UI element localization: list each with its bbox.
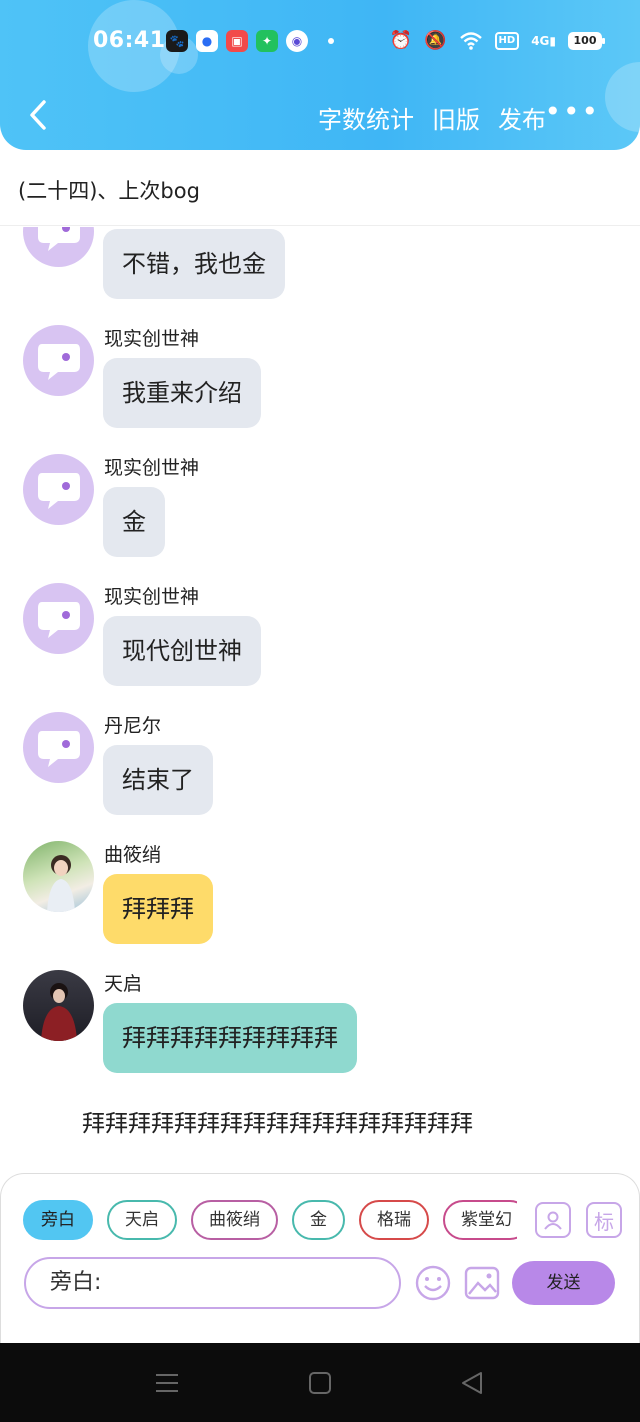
paw-app-icon: 🐾 bbox=[166, 30, 188, 52]
user-photo-icon bbox=[41, 983, 77, 1041]
image-icon bbox=[464, 1266, 500, 1300]
green-app-icon: ✦ bbox=[256, 30, 278, 52]
sender-name: 现实创世神 bbox=[104, 328, 200, 350]
add-role-button[interactable] bbox=[535, 1202, 571, 1238]
system-icons: ⏰ 🔕 HD 4G▮ 100 bbox=[389, 29, 605, 53]
home-button[interactable] bbox=[306, 1369, 336, 1397]
user-photo-icon bbox=[47, 855, 75, 912]
avatar[interactable] bbox=[23, 325, 94, 396]
nav-bar: 字数统计 旧版 发布 ••• bbox=[0, 90, 640, 140]
chat-bubble-icon bbox=[37, 472, 80, 509]
message-bubble[interactable]: 拜拜拜拜拜拜拜拜拜 bbox=[103, 1003, 357, 1073]
role-chip[interactable]: 曲筱绡 bbox=[191, 1200, 278, 1240]
word-count-button[interactable]: 字数统计 bbox=[318, 100, 414, 135]
chapter-title[interactable]: (二十四)、上次bog bbox=[18, 175, 200, 205]
composer-panel: 旁白 天启 曲筱绡 金 格瑞 紫堂幻 标 旁白: 发送 bbox=[0, 1173, 640, 1343]
signal-icon: 4G▮ bbox=[531, 34, 556, 48]
sender-name: 曲筱绡 bbox=[104, 844, 162, 866]
battery-icon: 100 bbox=[568, 32, 605, 50]
chat-bubble-icon bbox=[37, 730, 80, 767]
tag-label: 标 bbox=[594, 1209, 614, 1234]
message-bubble[interactable]: 不错，我也金 bbox=[103, 229, 285, 299]
sender-name: 现实创世神 bbox=[104, 586, 200, 608]
hd-badge: HD bbox=[494, 32, 520, 50]
status-clock: 06:41 bbox=[93, 28, 166, 53]
message-bubble[interactable]: 金 bbox=[103, 487, 165, 557]
role-chip[interactable]: 紫堂幻 bbox=[443, 1200, 517, 1240]
menu-button[interactable] bbox=[153, 1369, 183, 1397]
back-button[interactable] bbox=[18, 95, 58, 135]
video-app-icon: ▣ bbox=[226, 30, 248, 52]
publish-button[interactable]: 发布 bbox=[498, 100, 546, 135]
avatar[interactable] bbox=[23, 970, 94, 1041]
tag-button[interactable]: 标 bbox=[586, 1202, 622, 1238]
chat-bubble-icon bbox=[37, 601, 80, 638]
message-bubble[interactable]: 我重来介绍 bbox=[103, 358, 261, 428]
sender-name: 天启 bbox=[104, 973, 143, 995]
message-bubble[interactable]: 现代创世神 bbox=[103, 616, 261, 686]
role-chip[interactable]: 金 bbox=[292, 1200, 345, 1240]
mute-icon: 🔕 bbox=[424, 30, 447, 51]
old-version-button[interactable]: 旧版 bbox=[432, 100, 480, 135]
notification-icons: 🐾 ● ▣ ✦ ◉ bbox=[166, 30, 334, 52]
smiley-icon bbox=[415, 1265, 451, 1301]
avatar[interactable] bbox=[23, 227, 94, 267]
chat-bubble-icon bbox=[37, 227, 80, 251]
network-label: 4G bbox=[531, 34, 550, 48]
sender-name: 现实创世神 bbox=[104, 457, 200, 479]
role-selector: 旁白 天启 曲筱绡 金 格瑞 紫堂幻 bbox=[23, 1200, 517, 1244]
back-system-button[interactable] bbox=[458, 1369, 488, 1397]
avatar[interactable] bbox=[23, 712, 94, 783]
alarm-icon: ⏰ bbox=[389, 30, 413, 51]
message-list[interactable]: 不错，我也金 现实创世神 我重来介绍 现实创世神 金 现实创世神 现代创世神 丹… bbox=[0, 227, 640, 1177]
menu-icon bbox=[156, 1374, 178, 1392]
avatar[interactable] bbox=[23, 841, 94, 912]
triangle-back-icon bbox=[462, 1372, 482, 1394]
image-button[interactable] bbox=[463, 1264, 501, 1302]
baidu-app-icon: ● bbox=[196, 30, 218, 52]
message-input[interactable]: 旁白: bbox=[24, 1257, 401, 1309]
role-chip[interactable]: 格瑞 bbox=[359, 1200, 429, 1240]
home-square-icon bbox=[309, 1372, 331, 1394]
more-menu-button[interactable]: ••• bbox=[544, 98, 600, 126]
chat-bubble-icon bbox=[37, 343, 80, 380]
narration-text[interactable]: 拜拜拜拜拜拜拜拜拜拜拜拜拜拜拜拜拜 bbox=[82, 1104, 473, 1138]
avatar[interactable] bbox=[23, 583, 94, 654]
nav-actions: 字数统计 旧版 发布 bbox=[318, 100, 546, 135]
emoji-button[interactable] bbox=[414, 1264, 452, 1302]
more-notifications-dot bbox=[328, 38, 334, 44]
sender-name: 丹尼尔 bbox=[104, 715, 162, 737]
send-button[interactable]: 发送 bbox=[512, 1261, 615, 1305]
browser-app-icon: ◉ bbox=[286, 30, 308, 52]
system-navigation-bar bbox=[0, 1343, 640, 1422]
header: 06:41 🐾 ● ▣ ✦ ◉ ⏰ 🔕 HD 4G▮ 100 字数统计 旧版 发… bbox=[0, 0, 640, 150]
user-icon bbox=[544, 1211, 562, 1230]
status-bar: 06:41 🐾 ● ▣ ✦ ◉ ⏰ 🔕 HD 4G▮ 100 bbox=[0, 22, 640, 62]
message-bubble[interactable]: 拜拜拜 bbox=[103, 874, 213, 944]
chevron-left-icon bbox=[30, 100, 46, 130]
message-bubble[interactable]: 结束了 bbox=[103, 745, 213, 815]
role-chip[interactable]: 旁白 bbox=[23, 1200, 93, 1240]
story-editor-screen: 06:41 🐾 ● ▣ ✦ ◉ ⏰ 🔕 HD 4G▮ 100 字数统计 旧版 发… bbox=[0, 0, 640, 1422]
avatar[interactable] bbox=[23, 454, 94, 525]
wifi-icon bbox=[459, 32, 482, 50]
role-chip[interactable]: 天启 bbox=[107, 1200, 177, 1240]
chapter-bar: (二十四)、上次bog bbox=[0, 150, 640, 226]
